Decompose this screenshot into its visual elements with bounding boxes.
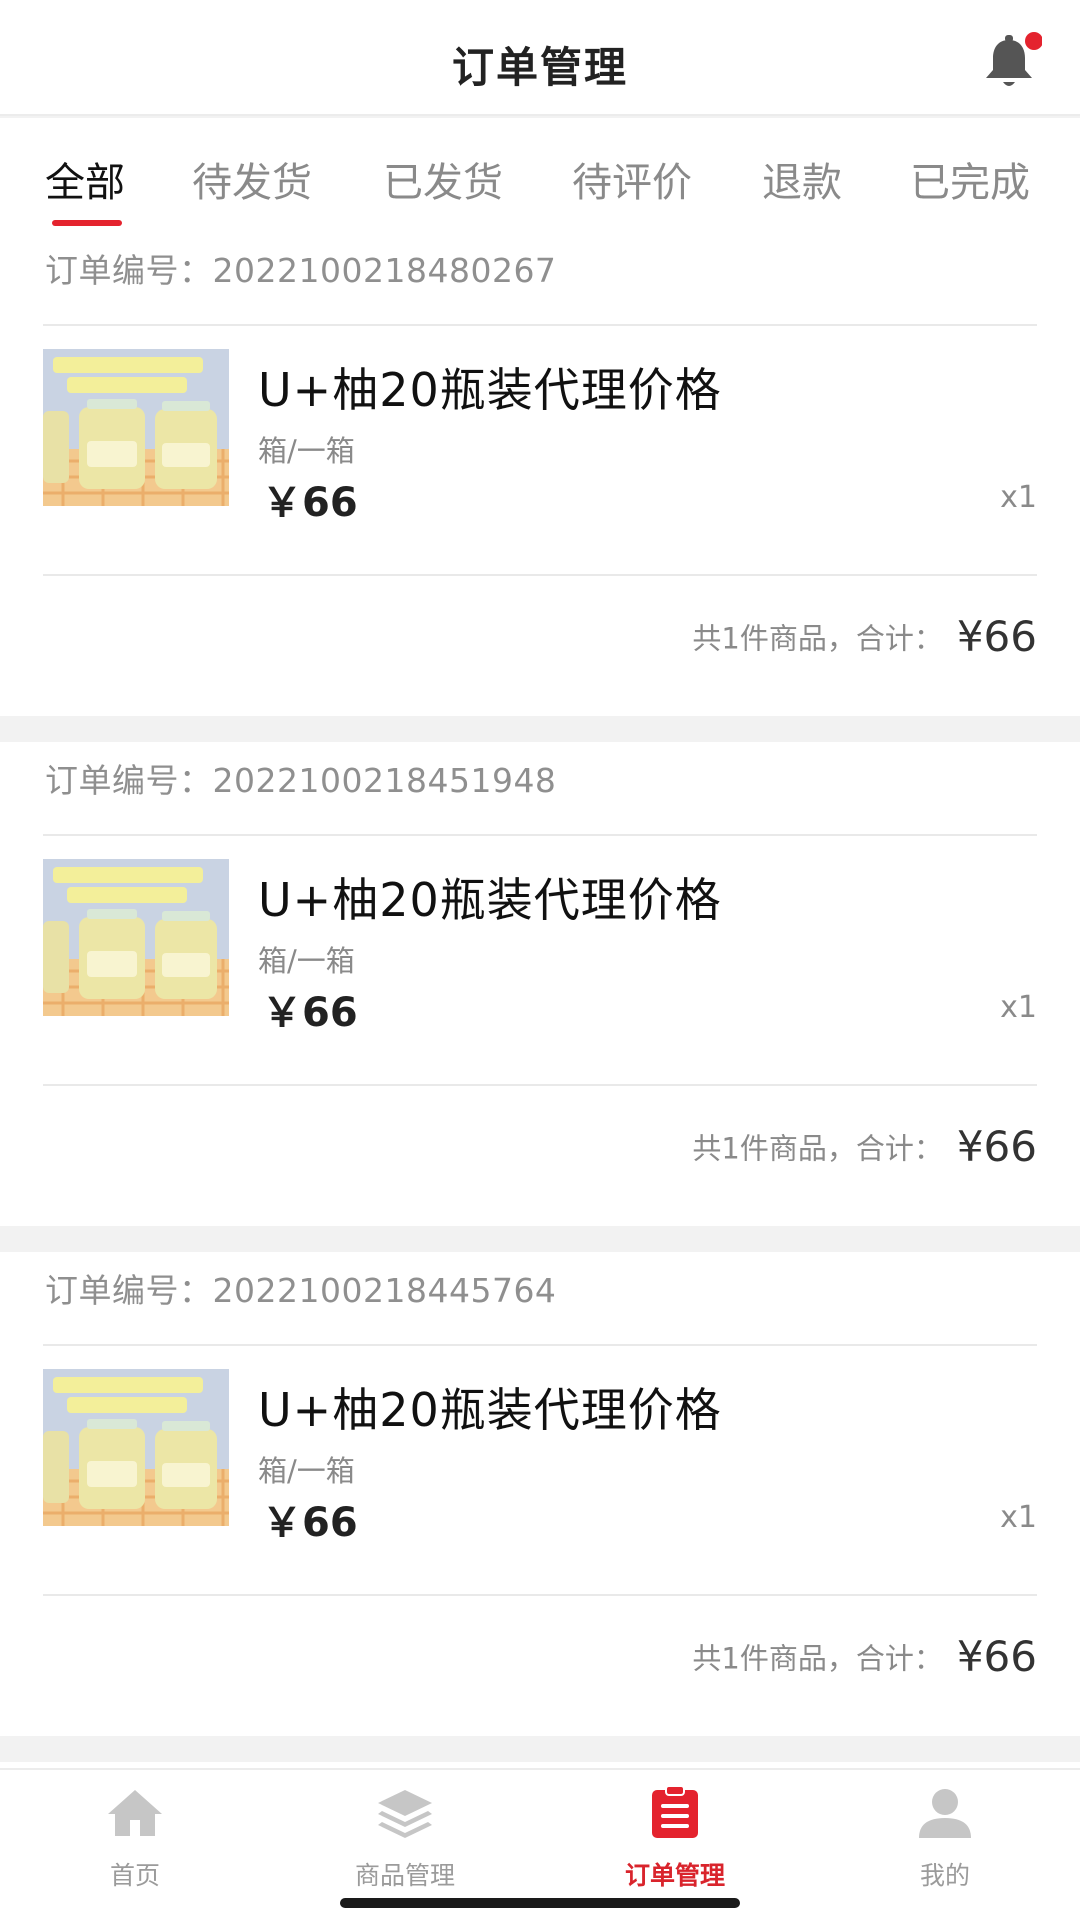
product-spec: 箱/一箱 [258, 944, 355, 978]
order-number: 订单编号：2022100218451948 [45, 761, 557, 800]
nav-label: 商品管理 [354, 1861, 455, 1890]
product-name: U+柚20瓶装代理价格 [258, 873, 722, 927]
tab-refund[interactable]: 退款 [762, 150, 842, 208]
nav-orders[interactable]: 订单管理 [575, 1784, 775, 1894]
divider [43, 1594, 1037, 1596]
tab-pending-shipment[interactable]: 待发货 [192, 150, 312, 208]
order-status-tabs: 全部 待发货 已发货 待评价 退款 已完成 [0, 118, 1080, 232]
order-card[interactable]: 订单编号：2022100218451948 U+柚20瓶装代理价格 箱/一箱 ￥… [0, 742, 1080, 1226]
home-icon [108, 1790, 162, 1836]
order-number: 订单编号：2022100218480267 [45, 251, 557, 290]
page-title: 订单管理 [451, 43, 628, 92]
order-summary: 共1件商品，合计： ¥66 [692, 612, 1037, 661]
divider [43, 834, 1037, 836]
nav-label: 我的 [919, 1861, 970, 1890]
home-indicator [340, 1898, 740, 1908]
nav-label: 订单管理 [624, 1861, 725, 1890]
order-summary: 共1件商品，合计： ¥66 [692, 1122, 1037, 1171]
product-spec: 箱/一箱 [258, 434, 355, 468]
order-total: ¥66 [956, 1632, 1037, 1681]
divider [43, 574, 1037, 576]
product-quantity: x1 [1000, 990, 1037, 1025]
product-thumbnail[interactable] [43, 859, 229, 1016]
order-card[interactable]: 订单编号：2022100218480267 U+柚20瓶装代理价格 箱/一箱 ￥… [0, 232, 1080, 716]
product-thumbnail[interactable] [43, 349, 229, 506]
nav-label: 首页 [109, 1861, 160, 1890]
product-thumbnail[interactable] [43, 1369, 229, 1526]
product-price: ￥66 [262, 990, 358, 1036]
order-summary: 共1件商品，合计： ¥66 [692, 1632, 1037, 1681]
tab-completed[interactable]: 已完成 [910, 150, 1030, 208]
divider [43, 1084, 1037, 1086]
user-icon [919, 1789, 971, 1838]
nav-home[interactable]: 首页 [35, 1784, 235, 1894]
product-name: U+柚20瓶装代理价格 [258, 1383, 722, 1437]
order-management-page: 订单管理 全部 待发货 已发货 待评价 退款 已完成 订单编号：20221002… [0, 0, 1080, 1920]
tab-all[interactable]: 全部 [45, 150, 125, 208]
bell-icon[interactable] [976, 30, 1042, 94]
product-quantity: x1 [1000, 1500, 1037, 1535]
divider [43, 1344, 1037, 1346]
summary-label: 共1件商品，合计： [692, 1131, 943, 1166]
order-number: 订单编号：2022100218445764 [45, 1271, 557, 1310]
summary-label: 共1件商品，合计： [692, 1641, 943, 1676]
layers-icon [378, 1790, 432, 1838]
nav-products[interactable]: 商品管理 [305, 1784, 505, 1894]
product-quantity: x1 [1000, 480, 1037, 515]
product-price: ￥66 [262, 1500, 358, 1546]
tab-pending-review[interactable]: 待评价 [572, 150, 692, 208]
header-bar: 订单管理 [0, 0, 1080, 116]
tab-shipped[interactable]: 已发货 [383, 150, 503, 208]
order-card[interactable]: 订单编号：2022100218445764 U+柚20瓶装代理价格 箱/一箱 ￥… [0, 1252, 1080, 1736]
order-total: ¥66 [956, 1122, 1037, 1171]
divider [43, 324, 1037, 326]
nav-profile[interactable]: 我的 [845, 1784, 1045, 1894]
summary-label: 共1件商品，合计： [692, 621, 943, 656]
clipboard-icon [652, 1785, 698, 1838]
order-total: ¥66 [956, 612, 1037, 661]
product-spec: 箱/一箱 [258, 1454, 355, 1488]
product-name: U+柚20瓶装代理价格 [258, 363, 722, 417]
active-tab-indicator [52, 220, 122, 226]
product-price: ￥66 [262, 480, 358, 526]
